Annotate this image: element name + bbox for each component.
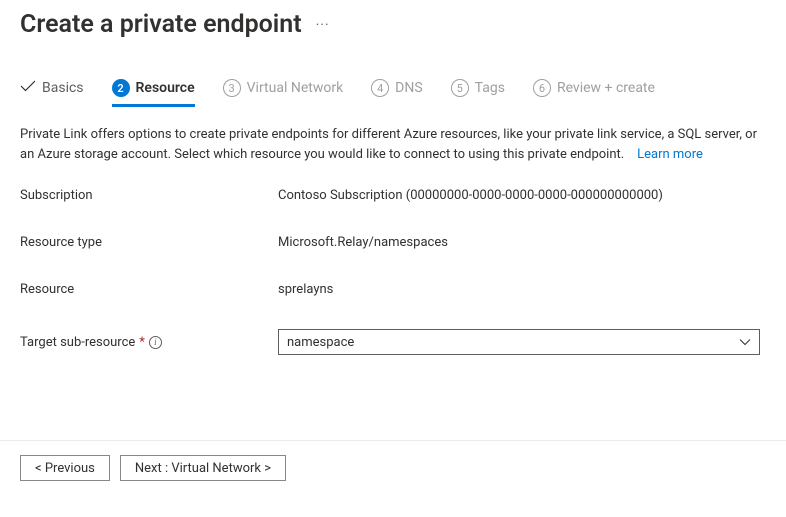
tabs-container: Basics 2 Resource 3 Virtual Network 4 DN… [20,79,766,107]
value-resource-type: Microsoft.Relay/namespaces [278,235,766,250]
tab-label: Review + create [557,80,655,96]
tab-label: Tags [475,80,505,96]
footer-actions: < Previous Next : Virtual Network > [0,440,786,481]
tab-virtual-network[interactable]: 3 Virtual Network [223,79,344,107]
form-container: Subscription Contoso Subscription (00000… [20,188,766,355]
row-resource: Resource sprelayns [20,282,766,297]
target-sub-resource-dropdown[interactable]: namespace [278,329,760,355]
row-resource-type: Resource type Microsoft.Relay/namespaces [20,235,766,250]
next-button[interactable]: Next : Virtual Network > [120,455,286,481]
tab-basics[interactable]: Basics [20,80,84,106]
tab-dns[interactable]: 4 DNS [371,79,423,107]
value-subscription: Contoso Subscription (00000000-0000-0000… [278,188,766,203]
tab-label: Virtual Network [247,80,344,96]
row-subscription: Subscription Contoso Subscription (00000… [20,188,766,203]
step-number-icon: 5 [451,79,469,97]
required-star-icon: * [139,335,145,350]
tab-review-create[interactable]: 6 Review + create [533,79,655,107]
chevron-down-icon [739,335,751,350]
tab-label: DNS [395,80,423,96]
step-number-icon: 4 [371,79,389,97]
tab-resource[interactable]: 2 Resource [112,79,195,107]
tab-label: Basics [42,80,84,96]
dropdown-value: namespace [287,335,354,350]
tab-label: Resource [136,80,195,96]
page-title: Create a private endpoint [20,10,302,39]
step-number-icon: 6 [533,79,551,97]
previous-button[interactable]: < Previous [20,455,110,481]
check-icon [20,80,36,96]
value-resource: sprelayns [278,282,766,297]
label-text: Target sub-resource [20,335,135,350]
label-resource-type: Resource type [20,235,278,250]
more-icon[interactable]: ··· [316,17,330,33]
info-icon[interactable]: i [149,336,162,349]
label-subscription: Subscription [20,188,278,203]
step-number-icon: 2 [112,79,130,97]
tab-description: Private Link offers options to create pr… [20,125,766,164]
label-target-sub-resource: Target sub-resource * i [20,335,278,350]
label-resource: Resource [20,282,278,297]
tab-tags[interactable]: 5 Tags [451,79,505,107]
row-target-sub-resource: Target sub-resource * i namespace [20,329,766,355]
step-number-icon: 3 [223,79,241,97]
learn-more-link[interactable]: Learn more [637,147,703,162]
